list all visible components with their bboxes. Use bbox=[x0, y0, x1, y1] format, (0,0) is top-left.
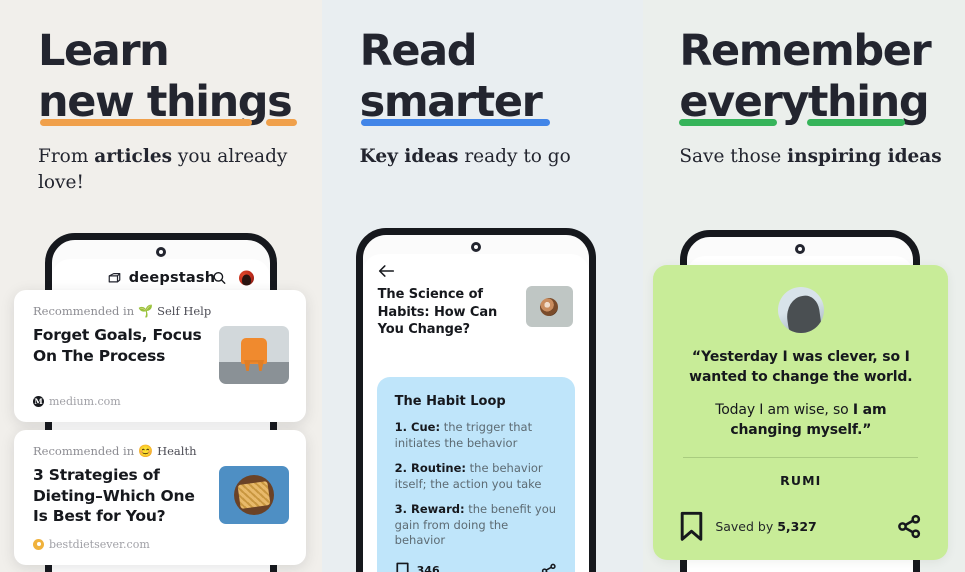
idea-title: The Habit Loop bbox=[394, 394, 506, 409]
share-icon[interactable] bbox=[541, 563, 557, 572]
article-source: bestdietsever.com bbox=[33, 538, 289, 551]
panel-remember-heading: Remember everything Save those inspiring… bbox=[679, 26, 951, 170]
saved-by-label: Saved by 5,327 bbox=[715, 519, 816, 534]
quote-card[interactable]: “Yesterday I was clever, so I wanted to … bbox=[653, 265, 949, 560]
title-line-1: Learn bbox=[38, 26, 170, 76]
bookmark-icon[interactable] bbox=[395, 562, 410, 572]
quote-line-2: Today I am wise, so I am changing myself… bbox=[677, 400, 924, 440]
title-underline-accent-2 bbox=[807, 119, 906, 126]
brand-logo: deepstash bbox=[107, 270, 216, 286]
recommendation-label: Recommended in 😊 Health bbox=[33, 444, 289, 458]
panel-learn-subtitle: From articles you already love! bbox=[38, 144, 308, 196]
three-panel-app-store-screenshot: Learn new things From articles you alrea… bbox=[0, 0, 965, 572]
title-underline-accent bbox=[360, 119, 550, 126]
panel-read-subtitle: Key ideas ready to go bbox=[360, 144, 630, 170]
bookmark-icon[interactable] bbox=[679, 511, 704, 542]
idea-point-label: 3. Reward: bbox=[394, 502, 465, 516]
deepstash-cube-icon bbox=[107, 271, 122, 286]
topic-emoji-icon: 🌱 bbox=[138, 304, 154, 318]
page-title: Learn new things bbox=[38, 26, 308, 128]
subtitle-bold: inspiring ideas bbox=[787, 146, 942, 167]
title-line-1: Remember bbox=[679, 26, 931, 76]
phone-mockup-2: The Science of Habits: How Can You Chang… bbox=[355, 228, 596, 572]
panel-learn-heading: Learn new things From articles you alrea… bbox=[38, 26, 308, 196]
topic-name: Self Help bbox=[157, 304, 212, 318]
page-title: Read smarter bbox=[360, 26, 630, 128]
panel-learn: Learn new things From articles you alrea… bbox=[0, 0, 322, 572]
save-control[interactable]: Saved by 5,327 bbox=[679, 511, 817, 542]
subtitle-pre: From bbox=[38, 146, 95, 167]
save-count: 346 bbox=[416, 564, 440, 572]
author-avatar bbox=[777, 287, 824, 333]
phone-camera-notch bbox=[156, 247, 166, 257]
page-title: Remember everything bbox=[679, 26, 951, 128]
article-thumbnail-food bbox=[219, 466, 289, 524]
idea-point-label: 2. Routine: bbox=[394, 461, 466, 475]
title-line-1: Read bbox=[359, 26, 478, 76]
title-underline-accent-2 bbox=[266, 119, 297, 126]
medium-logo-icon: M bbox=[33, 396, 44, 407]
quote-card-actions: Saved by 5,327 bbox=[677, 511, 924, 542]
quote-line-1: “Yesterday I was clever, so I wanted to … bbox=[689, 349, 913, 385]
subtitle-pre: Save those bbox=[679, 146, 788, 167]
phone-camera-notch bbox=[795, 244, 806, 254]
site-favicon-icon bbox=[33, 538, 44, 550]
article-card[interactable]: Recommended in 😊 Health 3 Strategies of … bbox=[14, 430, 306, 565]
brand-name: deepstash bbox=[128, 270, 216, 286]
article-title: 3 Strategies of Dieting–Which One Is Bes… bbox=[33, 466, 195, 525]
phone-screen-2: The Science of Habits: How Can You Chang… bbox=[362, 254, 589, 572]
saved-by-count: 5,327 bbox=[777, 519, 817, 534]
save-control[interactable]: 346 bbox=[395, 562, 440, 572]
saved-by-prefix: Saved by bbox=[715, 519, 778, 534]
panel-read: Read smarter Key ideas ready to go The S… bbox=[321, 0, 644, 572]
back-arrow-icon[interactable] bbox=[363, 254, 589, 278]
title-underline-accent bbox=[40, 119, 252, 126]
app-bar-actions bbox=[212, 270, 254, 286]
subtitle-post: ready to go bbox=[458, 146, 571, 167]
topic-emoji-icon: 😊 bbox=[138, 444, 154, 458]
article-thumbnail-coffee bbox=[525, 286, 573, 327]
recommendation-label: Recommended in 🌱 Self Help bbox=[33, 304, 289, 318]
subtitle-bold: articles bbox=[94, 146, 173, 167]
idea-point: 2. Routine: the behavior itself; the act… bbox=[395, 461, 557, 492]
article-source: M medium.com bbox=[33, 395, 289, 408]
recommended-prefix: Recommended in bbox=[33, 444, 135, 458]
article-header: The Science of Habits: How Can You Chang… bbox=[363, 278, 589, 339]
divider bbox=[683, 457, 919, 458]
panel-remember-subtitle: Save those inspiring ideas bbox=[679, 144, 951, 170]
recommended-prefix: Recommended in bbox=[33, 304, 135, 318]
idea-card[interactable]: The Habit Loop 1. Cue: the trigger that … bbox=[376, 377, 575, 572]
source-domain: bestdietsever.com bbox=[49, 537, 150, 551]
idea-point: 3. Reward: the benefit you gain from doi… bbox=[395, 502, 557, 549]
quote-author: RUMI bbox=[780, 473, 822, 488]
topic-name: Health bbox=[157, 444, 197, 458]
phone-camera-notch bbox=[470, 242, 481, 252]
quote-line-2-pre: Today I am wise, so bbox=[715, 402, 853, 418]
article-title: The Science of Habits: How Can You Chang… bbox=[377, 287, 498, 337]
share-icon[interactable] bbox=[897, 514, 922, 539]
article-title: Forget Goals, Focus On The Process bbox=[33, 326, 202, 365]
idea-card-actions: 346 bbox=[395, 562, 557, 572]
panel-read-heading: Read smarter Key ideas ready to go bbox=[360, 26, 630, 170]
idea-point-label: 1. Cue: bbox=[394, 420, 441, 434]
user-avatar[interactable] bbox=[239, 270, 254, 286]
subtitle-bold: Key ideas bbox=[359, 146, 459, 167]
title-underline-accent bbox=[679, 119, 778, 126]
article-thumbnail-chair bbox=[219, 326, 289, 384]
source-domain: medium.com bbox=[49, 395, 121, 408]
idea-point: 1. Cue: the trigger that initiates the b… bbox=[395, 420, 557, 451]
panel-remember: Remember everything Save those inspiring… bbox=[643, 0, 965, 572]
article-card[interactable]: Recommended in 🌱 Self Help Forget Goals,… bbox=[14, 290, 306, 422]
search-icon[interactable] bbox=[212, 271, 227, 286]
